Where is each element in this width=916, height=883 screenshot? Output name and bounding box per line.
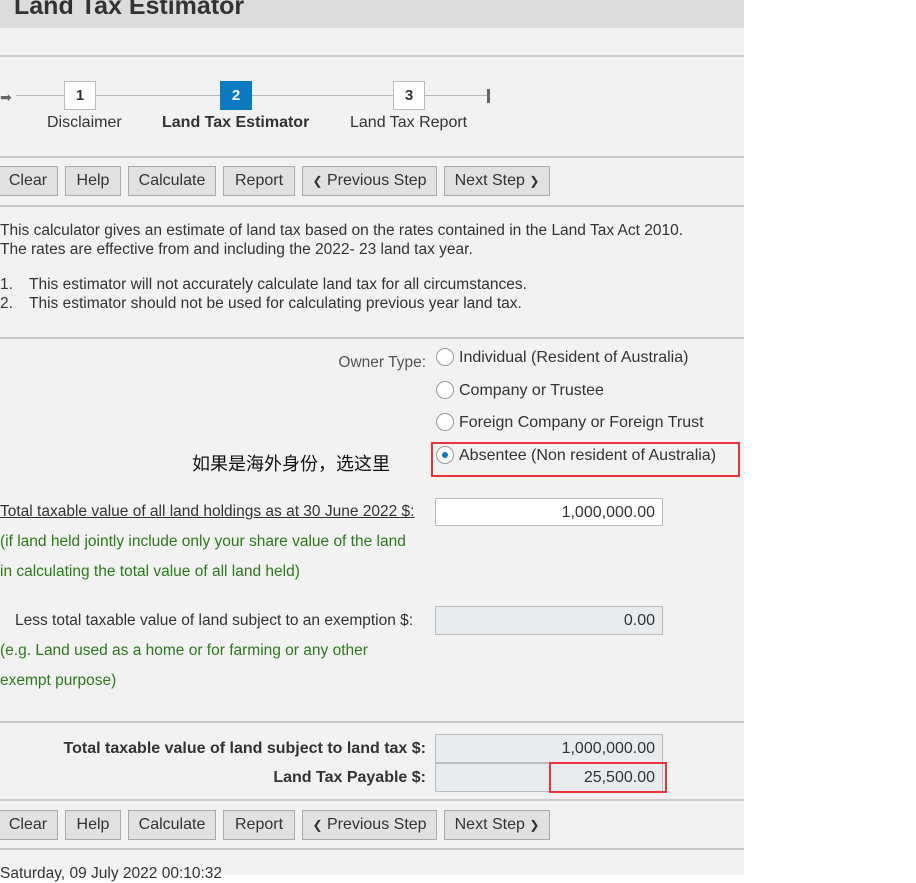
step-3-box[interactable]: 3 [393, 81, 425, 110]
next-step-button[interactable]: Next Step ❯ [444, 166, 550, 196]
exemption-hint-2: exempt purpose) [0, 672, 117, 689]
radio-company[interactable] [436, 381, 454, 399]
clear-button[interactable]: Clear [0, 166, 58, 196]
highlight-box [431, 442, 740, 477]
step-1-label[interactable]: Disclaimer [47, 114, 122, 132]
payable-label: Land Tax Payable $: [273, 769, 426, 786]
chevron-right-icon: ❯ [529, 174, 540, 188]
page: Land Tax Estimator ➡ 1 Disclaimer 2 Land… [0, 0, 744, 882]
total-value-label: Total taxable value of all land holdings… [0, 503, 415, 520]
previous-step-button[interactable]: ❮ Previous Step [302, 166, 437, 196]
calculate-button[interactable]: Calculate [128, 166, 216, 196]
chevron-left-icon: ❮ [312, 174, 323, 188]
option-foreign-label[interactable]: Foreign Company or Foreign Trust [459, 414, 704, 432]
step-1-box[interactable]: 1 [64, 81, 96, 110]
divider [0, 55, 744, 57]
step-2-box[interactable]: 2 [220, 81, 252, 110]
note-2-text: This estimator should not be used for ca… [29, 295, 522, 312]
exemption-input[interactable]: 0.00 [435, 606, 663, 635]
annotation-text: 如果是海外身份，选这里 [192, 454, 390, 474]
report-button[interactable]: Report [223, 166, 295, 196]
page-title: Land Tax Estimator [14, 0, 245, 20]
calculate-button[interactable]: Calculate [128, 810, 216, 840]
divider [0, 799, 744, 801]
exemption-hint-1: (e.g. Land used as a home or for farming… [0, 642, 368, 659]
divider [0, 156, 744, 158]
clear-button[interactable]: Clear [0, 810, 58, 840]
option-individual-label[interactable]: Individual (Resident of Australia) [459, 349, 688, 367]
start-arrow-icon: ➡ [0, 89, 12, 105]
total-value-hint-2: in calculating the total value of all la… [0, 563, 300, 580]
note-2-number: 2. [0, 295, 13, 312]
divider [0, 848, 744, 850]
previous-step-button[interactable]: ❮ Previous Step [302, 810, 437, 840]
exemption-label: Less total taxable value of land subject… [15, 612, 414, 629]
radio-foreign[interactable] [436, 413, 454, 431]
chevron-right-icon: ❯ [529, 818, 540, 832]
divider [0, 337, 744, 339]
end-cap-icon [487, 89, 490, 103]
option-company-label[interactable]: Company or Trustee [459, 382, 604, 400]
total-value-input[interactable]: 1,000,000.00 [435, 498, 663, 526]
intro-line-1: This calculator gives an estimate of lan… [0, 222, 684, 239]
radio-individual[interactable] [436, 348, 454, 366]
note-1-number: 1. [0, 276, 13, 293]
intro-line-2: The rates are effective from and includi… [0, 241, 473, 258]
step-3-label[interactable]: Land Tax Report [350, 114, 467, 132]
divider [0, 205, 744, 207]
timestamp: Saturday, 09 July 2022 00:10:32 [0, 865, 223, 882]
help-button[interactable]: Help [65, 810, 121, 840]
next-step-button[interactable]: Next Step ❯ [444, 810, 550, 840]
subject-value-output: 1,000,000.00 [435, 734, 663, 763]
help-button[interactable]: Help [65, 166, 121, 196]
note-1-text: This estimator will not accurately calcu… [29, 276, 527, 293]
payable-highlight-box [549, 762, 667, 793]
owner-type-label: Owner Type: [338, 354, 426, 371]
total-value-hint-1: (if land held jointly include only your … [0, 533, 406, 550]
step-2-label[interactable]: Land Tax Estimator [162, 114, 309, 132]
divider [0, 721, 744, 723]
subject-value-label: Total taxable value of land subject to l… [63, 740, 426, 757]
report-button[interactable]: Report [223, 810, 295, 840]
chevron-left-icon: ❮ [312, 818, 323, 832]
